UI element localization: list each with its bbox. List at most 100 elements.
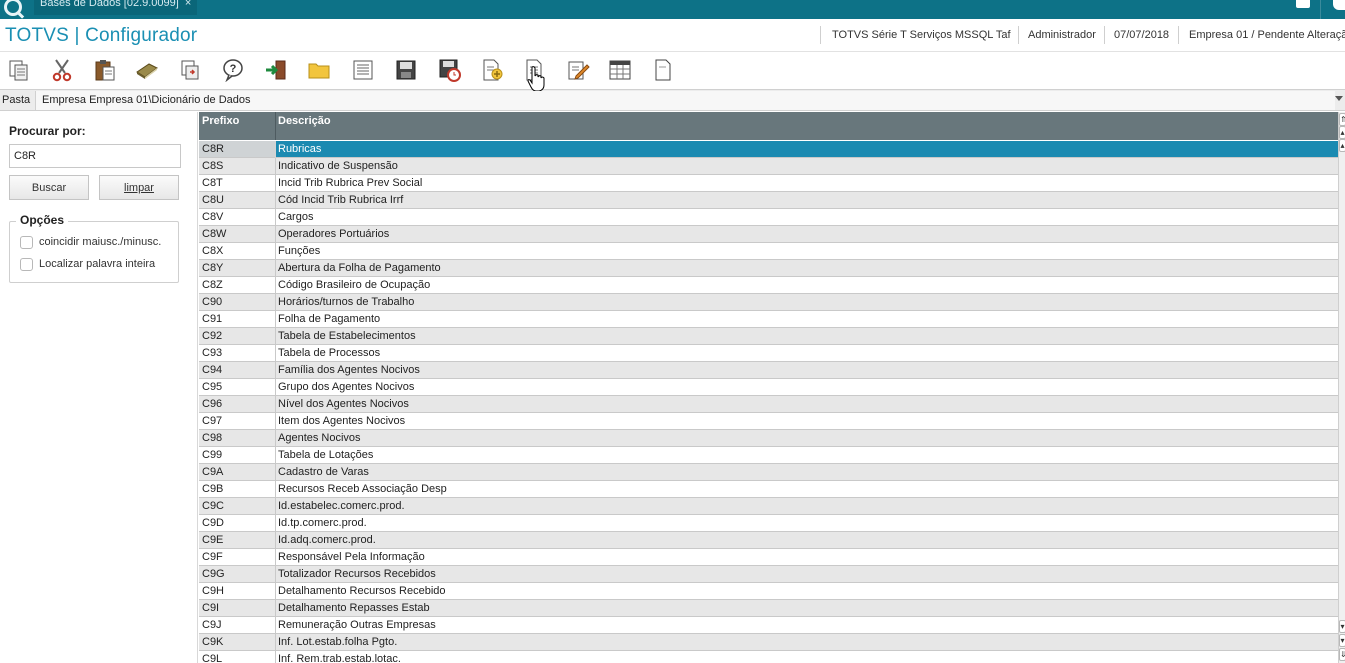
column-header-description[interactable]: Descrição — [275, 112, 331, 140]
table-row[interactable]: C97 Item dos Agentes Nocivos — [199, 413, 1338, 430]
table-row[interactable]: C9C Id.estabelec.comerc.prod. — [199, 498, 1338, 515]
column-divider — [275, 430, 276, 447]
table-row[interactable]: C8R Rubricas — [199, 141, 1338, 158]
hand-cursor-icon — [527, 66, 545, 91]
message-icon[interactable] — [1296, 0, 1310, 8]
table-row[interactable]: C9G Totalizador Recursos Recebidos — [199, 566, 1338, 583]
table-row[interactable]: C9I Detalhamento Repasses Estab — [199, 600, 1338, 617]
table-row[interactable]: C8U Cód Incid Trib Rubrica Irrf — [199, 192, 1338, 209]
table-row[interactable]: C9H Detalhamento Recursos Recebido — [199, 583, 1338, 600]
exit-icon[interactable] — [263, 57, 289, 83]
table-row[interactable]: C98 Agentes Nocivos — [199, 430, 1338, 447]
folder-icon[interactable] — [306, 57, 332, 83]
description-cell: Indicativo de Suspensão — [278, 160, 398, 172]
prefix-cell: C8T — [202, 177, 223, 189]
table-row[interactable]: C8Z Código Brasileiro de Ocupação — [199, 277, 1338, 294]
column-divider — [275, 515, 276, 532]
prefix-cell: C91 — [202, 313, 223, 325]
title-divider — [1320, 0, 1321, 19]
paste-icon[interactable] — [92, 57, 118, 83]
description-cell: Tabela de Estabelecimentos — [278, 330, 416, 342]
search-input[interactable] — [9, 144, 181, 168]
table-row[interactable]: C9E Id.adq.comerc.prod. — [199, 532, 1338, 549]
user-label[interactable]: Administrador — [1028, 26, 1096, 44]
prefix-cell: C96 — [202, 398, 223, 410]
table-row[interactable]: C91 Folha de Pagamento — [199, 311, 1338, 328]
dictionary-table: Prefixo Descrição C8R Rubricas C8S Indicati… — [199, 112, 1338, 663]
table-row[interactable]: C8Y Abertura da Folha de Pagamento — [199, 260, 1338, 277]
column-header-prefix[interactable]: Prefixo — [199, 112, 239, 140]
description-cell: Família dos Agentes Nocivos — [278, 364, 420, 376]
blank-page-icon[interactable] — [650, 57, 676, 83]
prefix-cell: C9J — [202, 619, 222, 631]
table-row[interactable]: C94 Família dos Agentes Nocivos — [199, 362, 1338, 379]
search-button[interactable]: Buscar — [9, 175, 89, 200]
whole-word-option[interactable]: Localizar palavra inteira — [20, 256, 155, 272]
scroll-up-arrow[interactable]: ▴ — [1339, 139, 1345, 152]
scroll-top-button[interactable]: ⇑ — [1339, 113, 1345, 126]
folder-path[interactable]: Empresa Empresa 01\Dicionário de Dados — [35, 91, 1335, 110]
description-cell: Id.estabelec.comerc.prod. — [278, 500, 405, 512]
description-cell: Nível dos Agentes Nocivos — [278, 398, 409, 410]
vertical-scrollbar[interactable]: ⇑ ▴ ▴ ▾ ▾ ⇓ — [1338, 112, 1345, 663]
table-row[interactable]: C9D Id.tp.comerc.prod. — [199, 515, 1338, 532]
table-row[interactable]: C9K Inf. Lot.estab.folha Pgto. — [199, 634, 1338, 651]
column-divider — [275, 379, 276, 396]
table-row[interactable]: C93 Tabela de Processos — [199, 345, 1338, 362]
scroll-down-arrow[interactable]: ▾ — [1339, 634, 1345, 647]
table-row[interactable]: C9B Recursos Receb Associação Desp — [199, 481, 1338, 498]
environment-label[interactable]: TOTVS Série T Serviços MSSQL Taf — [832, 26, 1011, 44]
table-row[interactable]: C92 Tabela de Estabelecimentos — [199, 328, 1338, 345]
edit-icon[interactable] — [565, 57, 591, 83]
new-document-icon[interactable] — [479, 57, 505, 83]
table-row[interactable]: C8W Operadores Portuários — [199, 226, 1338, 243]
description-cell: Operadores Portuários — [278, 228, 390, 240]
match-case-option[interactable]: coincidir maiusc./minusc. — [20, 234, 161, 250]
tab-label: Bases de Dados [02.9.0099] — [40, 0, 179, 9]
help-icon[interactable]: ? — [220, 57, 246, 83]
column-divider — [275, 277, 276, 294]
company-label[interactable]: Empresa 01 / Pendente Alteraçã — [1189, 26, 1345, 44]
prefix-cell: C8U — [202, 194, 225, 206]
prefix-cell: C9G — [202, 568, 225, 580]
prefix-cell: C97 — [202, 415, 223, 427]
table-row[interactable]: C90 Horários/turnos de Trabalho — [199, 294, 1338, 311]
save-clock-icon[interactable] — [437, 57, 463, 83]
help-top-icon[interactable] — [1333, 0, 1345, 10]
whole-word-checkbox[interactable] — [20, 257, 33, 271]
chevron-down-icon[interactable] — [1335, 96, 1343, 101]
copy-icon[interactable] — [6, 57, 32, 83]
table-row[interactable]: C99 Tabela de Lotações — [199, 447, 1338, 464]
match-case-checkbox[interactable] — [20, 235, 33, 249]
prefix-cell: C8Z — [202, 279, 223, 291]
description-cell: Cadastro de Varas — [278, 466, 369, 478]
scroll-bottom-button[interactable]: ⇓ — [1339, 648, 1345, 661]
column-divider — [275, 311, 276, 328]
date-label[interactable]: 07/07/2018 — [1114, 26, 1169, 44]
column-divider — [275, 175, 276, 192]
list-icon[interactable] — [350, 57, 376, 83]
table-row[interactable]: C96 Nível dos Agentes Nocivos — [199, 396, 1338, 413]
table-row[interactable]: C8V Cargos — [199, 209, 1338, 226]
table-row[interactable]: C9J Remuneração Outras Empresas — [199, 617, 1338, 634]
tab-bases-de-dados[interactable]: Bases de Dados [02.9.0099] × — [34, 0, 198, 15]
table-row[interactable]: C9F Responsável Pela Informação — [199, 549, 1338, 566]
column-divider — [275, 566, 276, 583]
prefix-cell: C9L — [202, 653, 223, 663]
table-icon[interactable] — [607, 57, 633, 83]
table-row[interactable]: C9L Inf. Rem.trab.estab.lotac. — [199, 651, 1338, 663]
table-row[interactable]: C8T Incid Trib Rubrica Prev Social — [199, 175, 1338, 192]
table-row[interactable]: C9A Cadastro de Varas — [199, 464, 1338, 481]
print-icon[interactable] — [177, 57, 203, 83]
tab-close-icon[interactable]: × — [185, 0, 191, 9]
scroll-down-button[interactable]: ▾ — [1339, 620, 1345, 633]
scroll-up-button[interactable]: ▴ — [1339, 126, 1345, 139]
table-row[interactable]: C95 Grupo dos Agentes Nocivos — [199, 379, 1338, 396]
table-row[interactable]: C8S Indicativo de Suspensão — [199, 158, 1338, 175]
cut-icon[interactable] — [49, 57, 75, 83]
save-icon[interactable] — [393, 57, 419, 83]
book-icon[interactable] — [134, 57, 160, 83]
table-row[interactable]: C8X Funções — [199, 243, 1338, 260]
search-logo-icon[interactable] — [4, 0, 22, 16]
clear-button[interactable]: limpar — [99, 175, 179, 200]
